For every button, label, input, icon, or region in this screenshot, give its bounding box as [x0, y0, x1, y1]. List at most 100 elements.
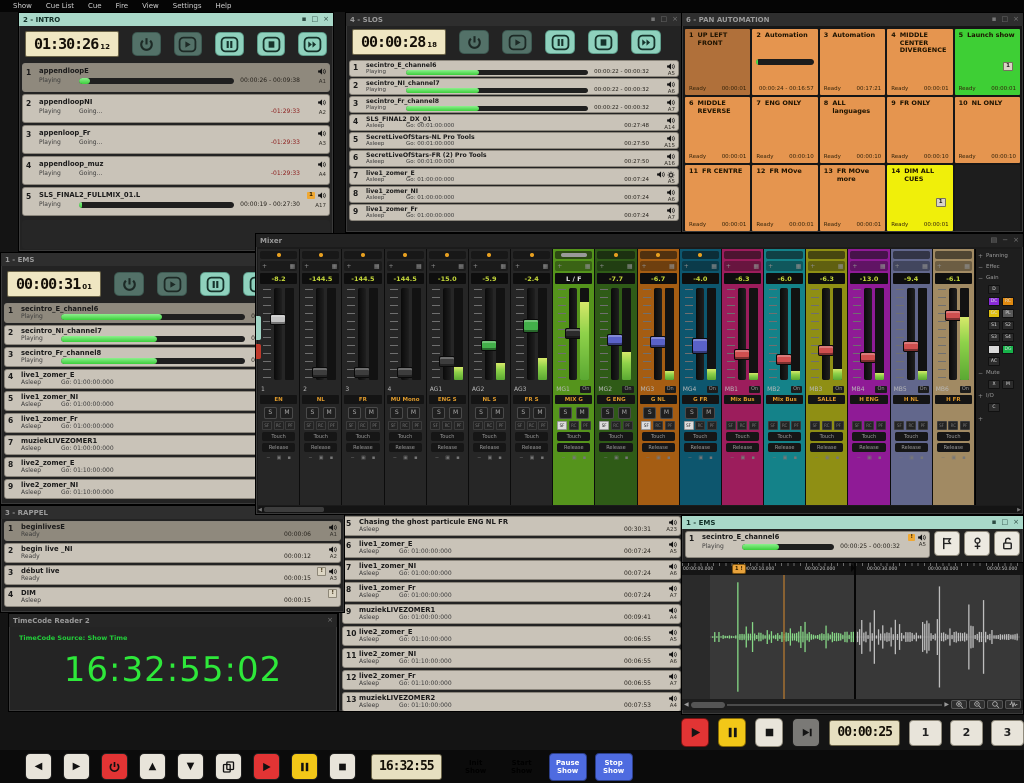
release-button[interactable]: Release: [262, 443, 295, 452]
strip-header[interactable]: +▦: [597, 261, 634, 271]
fader-track[interactable]: [527, 288, 535, 380]
strip-name-tag[interactable]: SALLE: [808, 395, 845, 404]
touch-button[interactable]: Touch: [389, 432, 422, 441]
fader-track[interactable]: [569, 288, 577, 380]
gear-icon[interactable]: [667, 171, 675, 179]
mute-button[interactable]: M: [280, 407, 293, 419]
pin-icon[interactable]: ▪: [992, 16, 997, 23]
touch-button[interactable]: Touch: [431, 432, 464, 441]
strip-header[interactable]: +▦: [260, 261, 297, 271]
strip-footer[interactable]: −▣▪: [555, 453, 592, 462]
strip-footer[interactable]: −▣▪: [682, 453, 719, 462]
strip-footer[interactable]: −▣▪: [597, 453, 634, 462]
panel-chip[interactable]: AC: [988, 357, 1000, 366]
next-cue-button[interactable]: ▶: [63, 753, 90, 780]
hotkey-cue-cell[interactable]: 10NL ONLY Ready 00:00:10: [955, 97, 1020, 163]
touch-button[interactable]: Touch: [515, 432, 548, 441]
automation-button-1[interactable]: SF: [346, 421, 356, 430]
cue-row[interactable]: 11 live2_zomer_NI Asleep Go: 01:10:00:00…: [342, 648, 681, 668]
release-button[interactable]: Release: [810, 443, 843, 452]
fader-knob[interactable]: [650, 336, 666, 348]
solo-button[interactable]: S: [264, 407, 277, 419]
pause-button[interactable]: [718, 718, 746, 747]
scroll-left-icon[interactable]: ◀: [684, 701, 689, 708]
cue-row[interactable]: 7 live1_zomer_E Asleep Go: 01:00:00:000 …: [349, 168, 679, 185]
release-button[interactable]: Release: [937, 443, 970, 452]
fader-track[interactable]: [316, 288, 324, 380]
fader-knob[interactable]: [776, 354, 792, 365]
automation-button-2[interactable]: RC: [906, 421, 916, 430]
fader-knob[interactable]: [734, 349, 750, 360]
wave-view-button[interactable]: [1005, 700, 1021, 709]
expand-icon[interactable]: −: [978, 264, 984, 271]
previous-cue-button[interactable]: ◀: [25, 753, 52, 780]
fader-knob[interactable]: [818, 345, 834, 356]
automation-button-2[interactable]: RC: [864, 421, 874, 430]
cue-row[interactable]: 5 SecretLiveOfStars-NL Pro Tools Asleep …: [349, 132, 679, 149]
play-button[interactable]: [681, 718, 709, 747]
fader-knob[interactable]: [397, 367, 413, 378]
strip-footer[interactable]: −▣▪: [513, 453, 550, 462]
strip-header[interactable]: +▦: [766, 261, 803, 271]
panel-chip[interactable]: S3: [988, 333, 1000, 342]
on-button[interactable]: On: [707, 386, 718, 393]
close-icon[interactable]: ×: [1013, 16, 1019, 23]
cue-row[interactable]: 4 DIM Asleep 00:00:15 !: [4, 587, 341, 607]
touch-button[interactable]: Touch: [599, 432, 632, 441]
power-button[interactable]: [101, 753, 128, 780]
solo-button[interactable]: S: [601, 407, 614, 419]
fader-track[interactable]: [485, 288, 493, 380]
release-button[interactable]: Release: [389, 443, 422, 452]
hotkey-cue-cell[interactable]: 9FR ONLY Ready 00:00:10: [887, 97, 952, 163]
fader-track[interactable]: [401, 288, 409, 380]
panel-row[interactable]: DC RC: [978, 297, 1019, 306]
cue-row[interactable]: 1 secintro_E_channel6 Playing 00:00:22 -…: [349, 60, 679, 77]
hotkey-cue-cell[interactable]: 5Launch show 1 Ready 00:00:01: [955, 29, 1020, 95]
show-control-button[interactable]: InitShow: [457, 753, 495, 781]
release-button[interactable]: Release: [895, 443, 928, 452]
close-icon[interactable]: ×: [1013, 237, 1019, 244]
strip-footer[interactable]: −▣▪: [640, 453, 677, 462]
solo-button[interactable]: S: [559, 407, 572, 419]
cue-row[interactable]: 7 live1_zomer_NI Asleep Go: 01:00:00:000…: [342, 560, 681, 580]
automation-button-1[interactable]: SF: [684, 421, 694, 430]
panel-row[interactable]: S3 S4: [978, 333, 1019, 342]
touch-button[interactable]: Touch: [852, 432, 885, 441]
mute-button[interactable]: M: [323, 407, 336, 419]
touch-button[interactable]: Touch: [810, 432, 843, 441]
fader-knob[interactable]: [565, 328, 581, 339]
strip-name-tag[interactable]: NL S: [471, 395, 508, 404]
strip-footer[interactable]: −▣▪: [429, 453, 466, 462]
cue-row[interactable]: 9 live1_zomer_Fr Asleep Go: 01:00:00:000…: [349, 204, 679, 221]
stop-button[interactable]: [329, 753, 356, 780]
panel-chip[interactable]: RC: [1002, 297, 1014, 306]
ffwd-button[interactable]: [298, 32, 327, 56]
automation-button-1[interactable]: SF: [852, 421, 862, 430]
on-button[interactable]: On: [960, 386, 971, 393]
show-control-button[interactable]: PauseShow: [549, 753, 587, 781]
touch-button[interactable]: Touch: [262, 432, 295, 441]
memory-pad-button[interactable]: 3: [991, 720, 1024, 746]
release-button[interactable]: Release: [473, 443, 506, 452]
fader-knob[interactable]: [860, 352, 876, 363]
strip-header[interactable]: +▦: [513, 261, 550, 271]
strip-name-tag[interactable]: EN: [260, 395, 297, 404]
strip-footer[interactable]: −▣▪: [387, 453, 424, 462]
strip-name-tag[interactable]: Mix Bus: [766, 395, 803, 404]
cue-row[interactable]: 13 muziekLIVEZOMER2 Asleep Go: 01:10:00:…: [342, 692, 681, 712]
panel-chip[interactable]: DC: [988, 297, 1000, 306]
release-button[interactable]: Release: [852, 443, 885, 452]
automation-button-3[interactable]: PF: [454, 421, 464, 430]
panel-row[interactable]: + I/O: [978, 392, 1019, 400]
cue-row[interactable]: 5 SLS_FINAL2_FULLMIX_01.L Playing 00:00:…: [22, 187, 330, 216]
lock-button[interactable]: [994, 531, 1020, 556]
panel-row[interactable]: − Mute: [978, 369, 1019, 377]
touch-button[interactable]: Touch: [768, 432, 801, 441]
automation-button-2[interactable]: RC: [695, 421, 705, 430]
automation-button-2[interactable]: RC: [611, 421, 621, 430]
solo-button[interactable]: S: [517, 407, 530, 419]
scroll-right-icon[interactable]: ▶: [944, 701, 949, 708]
solo-button[interactable]: S: [685, 407, 698, 419]
panel-row[interactable]: C: [978, 403, 1019, 412]
on-button[interactable]: On: [791, 386, 802, 393]
